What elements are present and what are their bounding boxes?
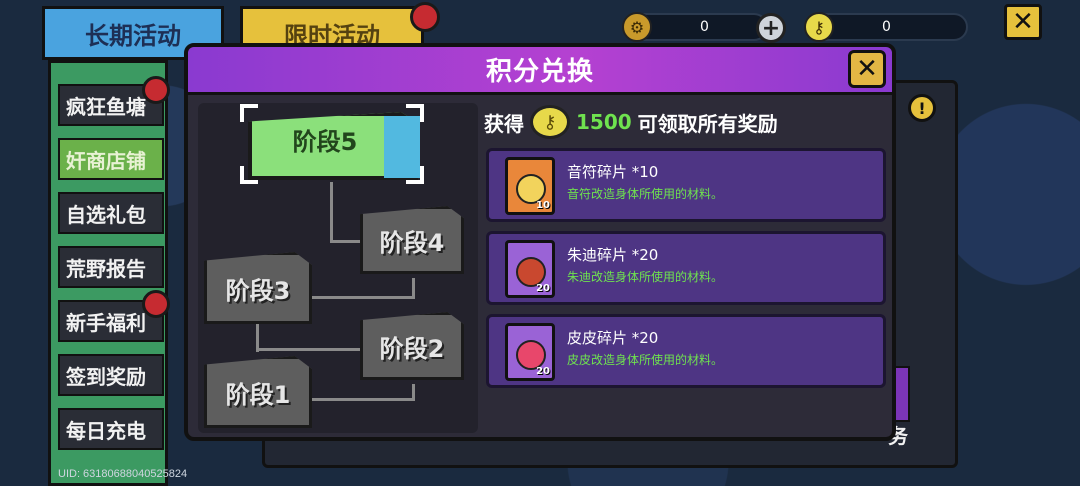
stage-4-node[interactable]: 阶段4 — [360, 206, 464, 274]
sidebar-item-custom-pack[interactable]: 自选礼包 — [58, 192, 164, 234]
reward-name: 音符碎片 *10 — [567, 163, 659, 181]
reward-header-amount: 1500 — [576, 110, 632, 134]
notification-dot — [142, 76, 170, 104]
uid-text: UID: 6318068804052582​4 — [58, 468, 188, 480]
selection-bracket — [406, 104, 424, 122]
key-coin-icon: ⚷ — [530, 105, 570, 139]
reward-header-prefix: 获得 — [484, 111, 524, 136]
selection-bracket — [240, 166, 258, 184]
reward-desc: 皮皮改造身体所使用的材料。 — [567, 353, 724, 367]
judy-shard-icon: 20 — [505, 240, 555, 298]
sidebar-item-label: 奸商店铺 — [66, 148, 146, 173]
reward-count: 10 — [536, 200, 550, 211]
stage-5-label: 阶段5 — [292, 128, 358, 156]
sidebar-item-profiteer-shop[interactable]: 奸商店铺 — [58, 138, 164, 180]
reward-desc: 朱迪改造身体所使用的材料。 — [567, 270, 724, 284]
add-currency-button[interactable]: + — [756, 13, 786, 43]
stage-2-node[interactable]: 阶段2 — [360, 312, 464, 380]
sidebar-item-label: 每日充电 — [66, 418, 146, 443]
reward-count: 20 — [536, 366, 550, 377]
stage-connector — [330, 182, 333, 242]
reward-header: 获得 ⚷ 1500 可领取所有奖励 — [484, 105, 778, 139]
sidebar-item-label: 荒野报告 — [66, 256, 146, 281]
stage-2-label: 阶段2 — [379, 334, 445, 363]
reward-header-suffix: 可领取所有奖励 — [637, 111, 778, 136]
stage-4-label: 阶段4 — [379, 228, 445, 257]
currency-gear-value: 0 — [700, 19, 709, 35]
sidebar-item-label: 自选礼包 — [66, 202, 146, 227]
close-icon[interactable]: ✕ — [1004, 4, 1042, 40]
stage-3-node[interactable]: 阶段3 — [204, 252, 312, 324]
reward-name: 朱迪碎片 *20 — [567, 246, 659, 264]
gear-coin-icon: ⚙ — [622, 12, 652, 42]
modal-header: 积分兑换 — [188, 47, 892, 95]
stage-3-label: 阶段3 — [225, 276, 291, 305]
stage-connector — [310, 398, 415, 401]
sidebar-item-daily-charge[interactable]: 每日充电 — [58, 408, 164, 450]
stage-connector — [312, 296, 415, 299]
pipi-shard-icon: 20 — [505, 323, 555, 381]
warning-icon[interactable]: ! — [908, 94, 936, 122]
stage-connector — [330, 240, 364, 243]
modal-title: 积分兑换 — [485, 57, 594, 87]
reward-card: 20 朱迪碎片 *20 朱迪改造身体所使用的材料。 — [486, 231, 886, 305]
reward-count: 20 — [536, 283, 550, 294]
note-shard-icon: 10 — [505, 157, 555, 215]
key-coin-icon: ⚷ — [804, 12, 834, 42]
selection-bracket — [406, 166, 424, 184]
stage-1-node[interactable]: 阶段1 — [204, 356, 312, 428]
reward-name: 皮皮碎片 *20 — [567, 329, 659, 347]
sidebar-item-label: 新手福利 — [66, 310, 146, 335]
stage-1-label: 阶段1 — [225, 380, 291, 409]
reward-card: 20 皮皮碎片 *20 皮皮改造身体所使用的材料。 — [486, 314, 886, 388]
reward-card: 10 音符碎片 *10 音符改造身体所使用的材料。 — [486, 148, 886, 222]
notification-dot — [142, 290, 170, 318]
currency-key-value: 0 — [882, 19, 891, 35]
sidebar-item-wild-report[interactable]: 荒野报告 — [58, 246, 164, 288]
stage-connector — [412, 278, 415, 298]
selection-bracket — [240, 104, 258, 122]
reward-desc: 音符改造身体所使用的材料。 — [567, 187, 724, 201]
stage-connector — [256, 348, 364, 351]
sidebar-item-label: 签到奖励 — [66, 364, 146, 389]
notification-dot — [410, 2, 440, 32]
sidebar-item-checkin-reward[interactable]: 签到奖励 — [58, 354, 164, 396]
sidebar-item-label: 疯狂鱼塘 — [66, 94, 146, 119]
close-icon[interactable]: ✕ — [848, 50, 886, 88]
